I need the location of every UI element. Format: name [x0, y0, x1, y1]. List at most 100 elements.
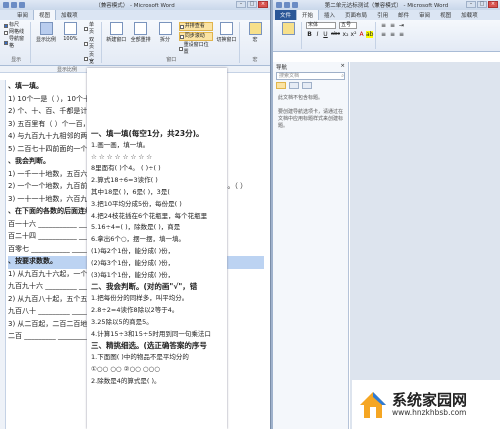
sync-scroll-button[interactable]: 同步滚动 — [178, 32, 213, 41]
tab-right-8[interactable]: 加载项 — [456, 10, 483, 20]
page-line[interactable]: 1.下面图( )中的物品不是平均分的 — [91, 352, 223, 364]
view-side-by-side-button[interactable]: 并排查看 — [178, 22, 213, 31]
results-view-tab[interactable] — [302, 82, 312, 89]
page-line[interactable]: 2.除数是4的算式是( )。 — [91, 376, 223, 388]
arrange-all-button[interactable]: 全部重排 — [130, 22, 151, 43]
font-color-icon[interactable]: A — [358, 31, 365, 38]
bold-button[interactable]: B — [306, 31, 313, 38]
tab-right-2[interactable]: 插入 — [319, 10, 340, 20]
font-size-select[interactable]: 五号 — [339, 22, 357, 29]
page-line[interactable]: 8里面有( )个4。 ( )÷( ) — [91, 163, 223, 175]
navigation-view-tabs — [276, 82, 345, 89]
clipboard-icon — [281, 22, 295, 35]
tab-right-7[interactable]: 视图 — [435, 10, 456, 20]
close-button[interactable]: × — [258, 1, 268, 8]
tab-right-0[interactable]: 文件 — [275, 10, 297, 20]
highlight-icon[interactable]: ab — [366, 31, 374, 38]
tab-right-5[interactable]: 邮件 — [393, 10, 414, 20]
underline-button[interactable]: U — [322, 31, 329, 38]
headings-view-tab[interactable] — [276, 82, 286, 89]
navigation-pane-checkbox[interactable]: 导航窗格 — [4, 36, 28, 50]
page-line[interactable]: 2.8÷2=4读作8除以2等于4。 — [91, 305, 223, 317]
page-line[interactable]: (3)每1个1份，能分成( )份， — [91, 270, 223, 282]
strikethrough-button[interactable]: abc — [330, 31, 341, 38]
page-line[interactable]: 4.计算15÷3和15÷5时用到同一句乘法口 — [91, 329, 223, 341]
subscript-button[interactable]: x₂ — [342, 31, 349, 38]
indent-icon[interactable]: ⇥ — [398, 22, 405, 29]
tab-review[interactable]: 审阅 — [12, 10, 33, 20]
split-button[interactable]: 拆分 — [154, 22, 175, 43]
numbering-icon[interactable]: ≡ — [389, 22, 396, 29]
maximize-button-right[interactable]: □ — [477, 1, 487, 8]
right-document-area — [350, 62, 500, 429]
minimize-button-right[interactable]: – — [466, 1, 476, 8]
page-line[interactable]: (2)每3个1份，能分成( )份， — [91, 258, 223, 270]
page-line[interactable]: 3.把10平均分成5份，每份是( ) — [91, 199, 223, 211]
window-group: 新建窗口 全部重排 拆分 并排查看 同步滚动 重设窗口位置 切换窗口 窗口 — [104, 22, 240, 63]
zoom-100-button[interactable]: 100% — [60, 22, 81, 42]
paragraph-group: ≡ ≡ ⇥ ≡ ≡ ≡ — [378, 22, 407, 49]
gridlines-checkbox[interactable]: 网格线 — [4, 29, 28, 36]
macro-group: 宏 宏 — [242, 22, 268, 63]
watermark-url: www.hnzkhbsb.com — [392, 408, 467, 417]
window-controls-right: – □ × — [466, 1, 498, 8]
one-page-button[interactable]: 单页 — [84, 22, 99, 36]
page-line[interactable]: 三、精挑细选。(选正确答案的序号 — [91, 340, 223, 352]
page-width-button[interactable]: 页宽 — [84, 52, 99, 66]
superscript-button[interactable]: x² — [350, 31, 357, 38]
house-logo-icon — [360, 391, 386, 418]
page-line[interactable]: 其中18是( )，6是( )，3是( — [91, 187, 223, 199]
bullets-icon[interactable]: ≡ — [380, 22, 387, 29]
navigation-search-input[interactable]: 搜索文档 ⌕ — [276, 72, 345, 80]
tab-right-1[interactable]: 开始 — [296, 9, 320, 20]
align-right-icon[interactable]: ≡ — [398, 31, 405, 38]
quick-access-toolbar-right[interactable] — [276, 2, 298, 8]
site-watermark: 系统家园网 www.hnzkhbsb.com — [352, 380, 500, 429]
tab-view[interactable]: 视图 — [33, 9, 57, 20]
two-pages-button[interactable]: 双页 — [84, 37, 99, 51]
page-line[interactable]: 2.算式18÷6=3读作( ) — [91, 175, 223, 187]
page-line[interactable]: ①○○ ○○ ②○○ ○○○ — [91, 364, 223, 376]
italic-button[interactable]: I — [314, 31, 321, 38]
close-icon[interactable]: × — [340, 63, 345, 70]
macro-button[interactable]: 宏 — [244, 22, 266, 43]
zoom-button[interactable]: 显示比例 — [35, 22, 56, 43]
tab-right-3[interactable]: 页面布局 — [340, 10, 372, 20]
pages-view-tab[interactable] — [289, 82, 299, 89]
minimize-button[interactable]: – — [236, 1, 246, 8]
zoom-group: 显示比例 100% 单页 双页 页宽 显示比例 — [33, 22, 102, 73]
page-line[interactable]: 3.25除以5的商是5。 — [91, 317, 223, 329]
font-name-select[interactable]: 宋体 — [306, 22, 336, 29]
page-line[interactable]: 4.把24枝花插在6个花瓶里，每个花瓶里 — [91, 211, 223, 223]
page-line[interactable]: 6.拿出6个○，摆一摆，填一填。 — [91, 234, 223, 246]
magnifier-icon — [39, 22, 53, 35]
reset-window-button[interactable]: 重设窗口位置 — [178, 42, 213, 56]
maximize-button[interactable]: □ — [247, 1, 257, 8]
tab-addins[interactable]: 加载项 — [56, 10, 83, 20]
quick-access-toolbar[interactable] — [3, 2, 25, 8]
page-line[interactable]: 1.画一画，填一填。 — [91, 140, 223, 152]
ruler-checkbox[interactable]: 标尺 — [4, 22, 28, 29]
paste-button[interactable] — [277, 22, 299, 36]
page-line[interactable]: 1.把每份分的同样多，叫平均分。 — [91, 293, 223, 305]
new-window-button[interactable]: 新建窗口 — [106, 22, 127, 43]
search-icon[interactable]: ⌕ — [341, 73, 344, 79]
new-window-icon — [109, 22, 123, 35]
tab-right-4[interactable]: 引用 — [372, 10, 393, 20]
tab-blank[interactable] — [2, 18, 12, 20]
page-line[interactable]: ☆ ☆ ☆ ☆ ☆ ☆ ☆ ☆ — [91, 152, 223, 164]
tab-right-6[interactable]: 审阅 — [414, 10, 435, 20]
left-ribbon: 标尺 网格线 导航窗格 显示 显示比例 100% 单页 双页 页宽 显示比例 新… — [0, 20, 270, 73]
page-line[interactable]: (1)每2个1份，能分成( )份， — [91, 246, 223, 258]
page-line[interactable]: 一、填一填(每空1分，共23分)。 — [91, 128, 223, 140]
right-document-page[interactable]: 一、填一填(每空1分，共23分)。 1.画一画，填一填。 ☆ ☆ ☆ ☆ ☆ ☆ … — [87, 68, 227, 429]
align-left-icon[interactable]: ≡ — [380, 31, 387, 38]
switch-windows-button[interactable]: 切换窗口 — [216, 22, 237, 43]
show-group: 标尺 网格线 导航窗格 显示 — [2, 22, 32, 63]
vertical-ruler[interactable] — [0, 80, 6, 429]
page-line[interactable]: 二、我会判断。(对的画"√"，错 — [91, 281, 223, 293]
page-100-icon — [63, 22, 77, 35]
align-center-icon[interactable]: ≡ — [389, 31, 396, 38]
page-line[interactable]: 5.16÷4=( )，除数是( )，商是 — [91, 222, 223, 234]
close-button-right[interactable]: × — [488, 1, 498, 8]
